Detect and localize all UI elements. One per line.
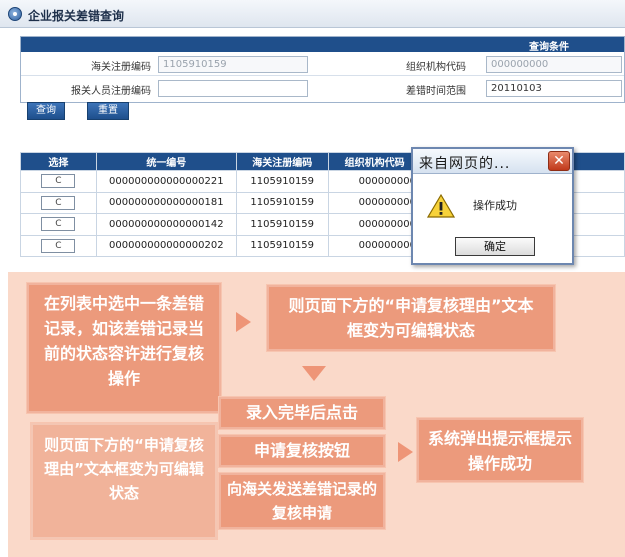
org-code-label: 组织机构代码 (406, 62, 466, 73)
step3c-box: 向海关发送差错记录的复核申请 (218, 472, 386, 530)
alert-dialog: 来自网页的... ✕ 操作成功 确定 (411, 147, 574, 265)
org-code-input[interactable]: 000000000 (486, 56, 622, 73)
select-cell: C (20, 213, 97, 236)
customs-cell: 1105910159 (235, 234, 329, 257)
step3b-text: 申请复核按钮 (253, 441, 350, 460)
customs-cell: 1105910159 (235, 191, 329, 214)
query-conditions-title: 查询条件 (529, 42, 569, 53)
staff-reg-label: 报关人员注册编码 (71, 86, 151, 97)
form-row-2: 报关人员注册编码 差错时间范围 20110103 (21, 77, 624, 100)
arrow-down-1 (302, 366, 326, 381)
step4-text: 系统弹出提示框提示操作成功 (427, 429, 572, 473)
date-range-label: 差错时间范围 (406, 86, 466, 97)
step1-box: 在列表中选中一条差错记录，如该差错记录当前的状态容许进行复核操作 (26, 282, 222, 414)
row-radio[interactable]: C (41, 174, 76, 189)
step3b-box: 申请复核按钮 (218, 434, 386, 468)
step3a-text: 录入完毕后点击 (245, 403, 358, 422)
uid-cell: 000000000000000202 (95, 234, 237, 257)
step1b-text: 则页面下方的“申请复核理由”文本框变为可编辑状态 (44, 436, 204, 502)
page-header: 企业报关差错查询 (0, 0, 625, 28)
step1-text: 在列表中选中一条差错记录，如该差错记录当前的状态容许进行复核操作 (43, 294, 204, 388)
col-uid: 统一编号 (95, 152, 237, 171)
customs-cell: 1105910159 (235, 213, 329, 236)
uid-cell: 000000000000000181 (95, 191, 237, 214)
col-customs-code: 海关注册编码 (235, 152, 329, 171)
step4-box: 系统弹出提示框提示操作成功 (416, 417, 584, 483)
uid-cell: 000000000000000221 (95, 170, 237, 193)
ok-button[interactable]: 确定 (455, 237, 535, 256)
step2-box: 则页面下方的“申请复核理由”文本框变为可编辑状态 (266, 284, 556, 352)
select-cell: C (20, 191, 97, 214)
section-bullet-icon (8, 7, 22, 21)
warning-icon (426, 193, 456, 222)
step2-text: 则页面下方的“申请复核理由”文本框变为可编辑状态 (288, 296, 534, 340)
row-radio[interactable]: C (41, 217, 76, 232)
dialog-title: 来自网页的... (419, 156, 511, 172)
date-range-input[interactable]: 20110103 (486, 80, 622, 97)
select-cell: C (20, 170, 97, 193)
reset-button[interactable]: 重置 (87, 102, 129, 120)
form-row-1: 海关注册编码 1105910159 组织机构代码 000000000 (21, 53, 624, 76)
query-button[interactable]: 查询 (27, 102, 65, 120)
step3c-text: 向海关发送差错记录的复核申请 (227, 480, 378, 522)
query-form: 查询条件 海关注册编码 1105910159 组织机构代码 000000000 … (20, 36, 625, 103)
customs-cell: 1105910159 (235, 170, 329, 193)
arrow-right-2 (398, 442, 413, 462)
select-cell: C (20, 234, 97, 257)
col-select: 选择 (20, 152, 97, 171)
query-form-band: 查询条件 (21, 37, 624, 53)
customs-reg-label: 海关注册编码 (91, 62, 151, 73)
step3a-box: 录入完毕后点击 (218, 396, 386, 430)
staff-reg-input[interactable] (158, 80, 308, 97)
page-title: 企业报关差错查询 (28, 9, 125, 23)
close-icon[interactable]: ✕ (548, 151, 570, 171)
arrow-right-1 (236, 312, 251, 332)
customs-reg-input[interactable]: 1105910159 (158, 56, 308, 73)
step1b-box: 则页面下方的“申请复核理由”文本框变为可编辑状态 (30, 422, 218, 540)
row-radio[interactable]: C (41, 195, 76, 210)
uid-cell: 000000000000000142 (95, 213, 237, 236)
row-radio[interactable]: C (41, 238, 76, 253)
dialog-titlebar[interactable]: 来自网页的... ✕ (413, 149, 572, 174)
annotation-panel: 在列表中选中一条差错记录，如该差错记录当前的状态容许进行复核操作 则页面下方的“… (8, 272, 625, 557)
dialog-message: 操作成功 (473, 199, 517, 212)
